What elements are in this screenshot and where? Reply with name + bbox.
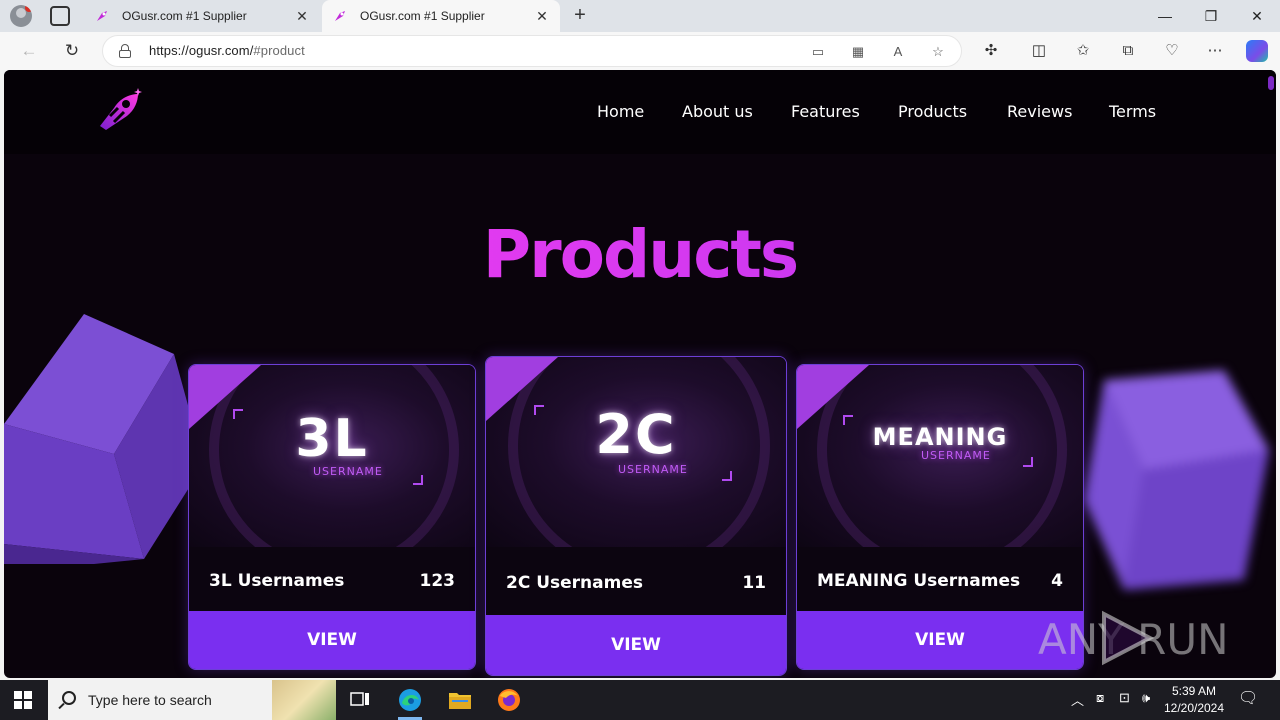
tab-actions-icon[interactable] [50, 6, 70, 26]
taskbar-search-box[interactable]: Type here to search [48, 680, 336, 720]
banner-subtitle: USERNAME [313, 465, 383, 478]
search-icon [62, 691, 76, 705]
banner-title: 3L [295, 409, 369, 469]
favorite-star-icon[interactable]: ☆ [929, 43, 947, 61]
close-window-button[interactable]: ✕ [1234, 0, 1280, 32]
split-screen-icon[interactable]: ◫ [1029, 41, 1049, 61]
view-button[interactable]: VIEW [189, 611, 475, 669]
nav-about-us[interactable]: About us [682, 102, 753, 121]
site-favicon-icon [332, 8, 348, 24]
product-banner: MEANING USERNAME [797, 365, 1083, 547]
nav-terms[interactable]: Terms [1109, 102, 1156, 121]
banner-subtitle: USERNAME [921, 449, 991, 462]
show-hidden-icons-icon[interactable]: ︿ [1071, 690, 1084, 709]
page-viewport: Home About us Features Products Reviews … [4, 70, 1276, 678]
browser-tab-2[interactable]: OGusr.com #1 Supplier ✕ [322, 0, 560, 32]
browser-essentials-icon[interactable]: ♡ [1162, 41, 1182, 61]
extensions-icon[interactable]: ✣ [981, 41, 1001, 61]
product-banner: 3L USERNAME [189, 365, 475, 547]
product-banner: 2C USERNAME [486, 357, 786, 547]
browser-tab-bar: OGusr.com #1 Supplier ✕ OGusr.com #1 Sup… [0, 0, 1280, 32]
tab-close-icon[interactable]: ✕ [294, 8, 310, 25]
search-placeholder: Type here to search [88, 692, 212, 708]
decorative-cube-right [1084, 370, 1269, 590]
banner-corner-accent [797, 365, 869, 429]
banner-subtitle: USERNAME [618, 463, 688, 476]
address-toolbar: ← ↻ https://ogusr.com/#product ▭ ▦ A ☆ ✣… [0, 32, 1280, 70]
banner-title: 2C [595, 403, 677, 466]
banner-title: MEANING [872, 423, 1008, 451]
nav-products[interactable]: Products [898, 102, 967, 121]
view-button[interactable]: VIEW [486, 615, 786, 675]
copilot-icon[interactable] [1246, 40, 1268, 62]
clock-date: 12/20/2024 [1163, 701, 1225, 715]
back-arrow-icon[interactable]: ← [18, 40, 40, 62]
app-grid-icon[interactable]: ▦ [849, 43, 867, 61]
page-scrollbar-thumb[interactable] [1268, 76, 1274, 90]
notification-dot [25, 5, 32, 12]
nav-home[interactable]: Home [597, 102, 644, 121]
task-view-icon[interactable] [340, 684, 380, 716]
profile-avatar-icon[interactable] [10, 5, 32, 27]
site-header: Home About us Features Products Reviews … [4, 70, 1276, 154]
search-highlight-image [272, 680, 336, 720]
edge-browser-icon[interactable] [390, 684, 430, 720]
product-name: 2C Usernames [506, 573, 643, 593]
lock-icon[interactable] [119, 44, 131, 58]
product-name: 3L Usernames [209, 571, 345, 591]
product-name: MEANING Usernames [817, 571, 1021, 591]
tab-title: OGusr.com #1 Supplier [360, 9, 485, 23]
address-bar[interactable]: https://ogusr.com/#product ▭ ▦ A ☆ [102, 35, 962, 67]
site-favicon-icon [94, 8, 110, 24]
windows-start-icon[interactable] [14, 691, 32, 709]
new-tab-button[interactable]: + [568, 4, 592, 28]
notifications-icon[interactable]: 🗨 [1238, 688, 1258, 708]
site-logo-icon[interactable] [96, 86, 144, 134]
clock-time: 5:39 AM [1171, 684, 1217, 698]
product-card-3l[interactable]: 3L USERNAME 3L Usernames 123 VIEW [188, 364, 476, 670]
product-count: 4 [1051, 571, 1063, 591]
collections-icon[interactable]: ⧉ [1118, 41, 1138, 61]
section-title: Products [4, 216, 1276, 293]
meet-now-icon[interactable]: ⧇ [1096, 690, 1104, 706]
tab-title: OGusr.com #1 Supplier [122, 9, 247, 23]
url-text[interactable]: https://ogusr.com/#product [149, 43, 305, 58]
restore-button[interactable]: ❐ [1188, 0, 1234, 32]
minimize-button[interactable]: — [1142, 0, 1188, 32]
nav-reviews[interactable]: Reviews [1007, 102, 1072, 121]
device-icon[interactable]: ▭ [809, 43, 827, 61]
nav-features[interactable]: Features [791, 102, 860, 121]
firefox-icon[interactable] [489, 684, 529, 716]
windows-taskbar: Type here to search ︿ ⧇ ⊡ 🕪 5:39 AM 12/2… [0, 680, 1280, 720]
product-card-2c[interactable]: 2C USERNAME 2C Usernames 11 VIEW [485, 356, 787, 676]
system-clock[interactable]: 5:39 AM 12/20/2024 [1160, 683, 1228, 717]
product-count: 123 [419, 571, 456, 591]
product-count: 11 [742, 573, 766, 593]
browser-tab-1[interactable]: OGusr.com #1 Supplier ✕ [84, 0, 320, 32]
refresh-icon[interactable]: ↻ [61, 40, 83, 62]
network-icon[interactable]: ⊡ [1119, 690, 1130, 706]
anyrun-watermark: ANY RUN [1038, 610, 1229, 666]
file-explorer-icon[interactable] [440, 684, 480, 716]
more-menu-icon[interactable]: ⋯ [1205, 41, 1225, 61]
volume-icon[interactable]: 🕪 [1142, 690, 1150, 706]
favorites-icon[interactable]: ✩ [1073, 41, 1093, 61]
tab-close-icon[interactable]: ✕ [534, 8, 550, 25]
read-aloud-icon[interactable]: A [889, 43, 907, 61]
